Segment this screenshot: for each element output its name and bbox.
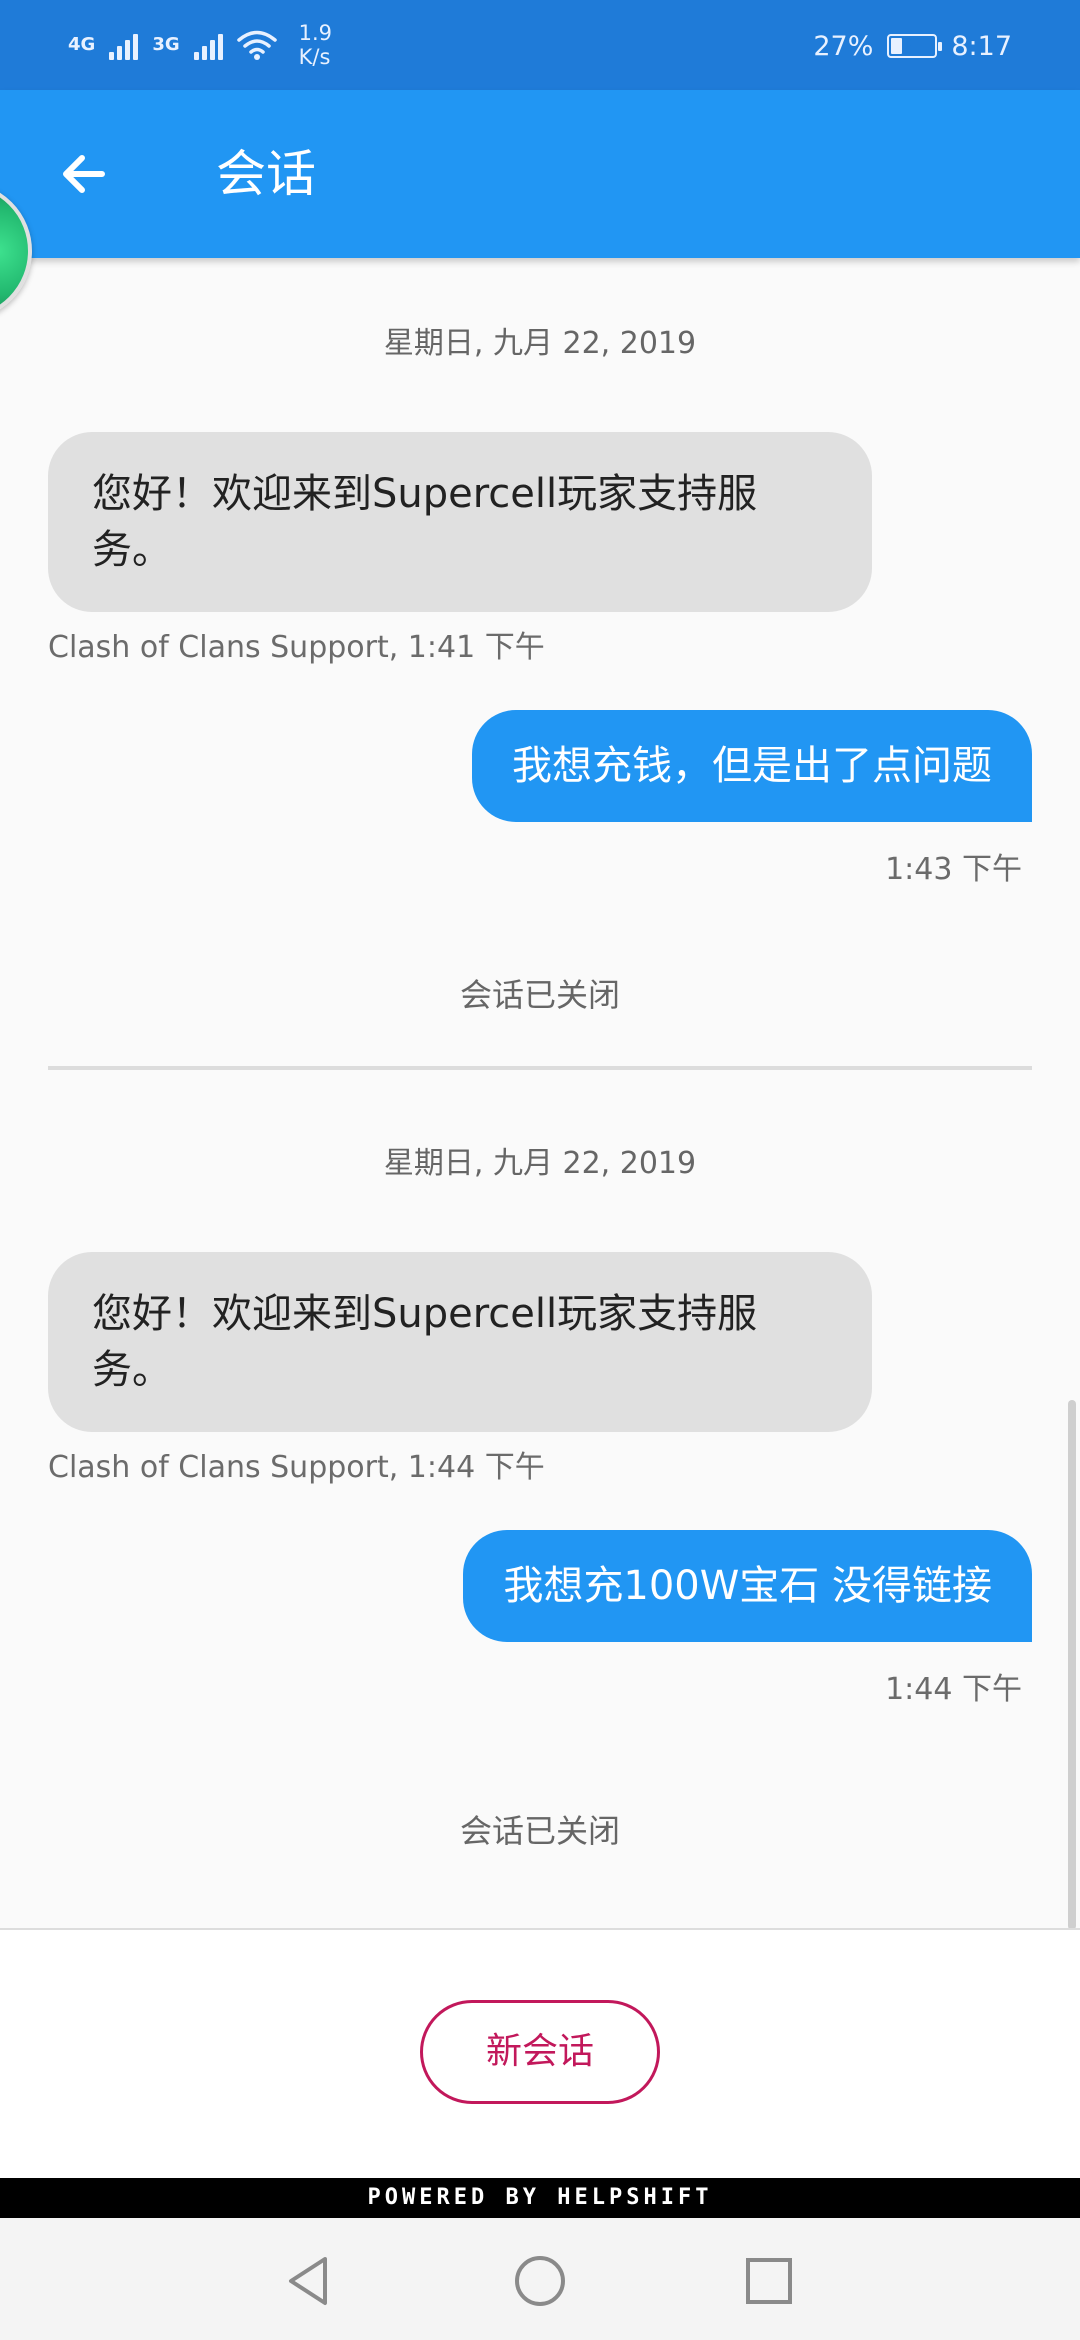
outgoing-message-time: 1:43 下午 xyxy=(885,852,1022,887)
conversation-closed-label: 会话已关闭 xyxy=(459,976,620,1014)
new-conversation-button[interactable]: 新会话 xyxy=(420,2000,660,2104)
powered-by-helpshift: POWERED BY HELPSHIFT xyxy=(0,2178,1080,2218)
nav-home-button[interactable] xyxy=(495,2236,585,2326)
battery-percent: 27% xyxy=(813,30,874,62)
signal-icon xyxy=(193,30,223,60)
network-type-1: 4G xyxy=(68,34,96,55)
status-left: 4G 3G 1.9 K/s xyxy=(68,18,332,72)
conversation-closed-label: 会话已关闭 xyxy=(459,1812,620,1850)
conversation-divider xyxy=(48,1066,1032,1070)
incoming-message-meta: Clash of Clans Support, 1:41 下午 xyxy=(48,630,545,665)
home-circle-icon xyxy=(515,2256,565,2306)
back-button[interactable] xyxy=(44,134,124,214)
network-speed-value: 1.9 xyxy=(298,21,333,45)
recents-square-icon xyxy=(746,2258,792,2304)
outgoing-message: 我想充100W宝石 没得链接 xyxy=(463,1530,1032,1642)
status-right: 27% ⚡ 8:17 xyxy=(813,26,1012,66)
network-speed: 1.9 K/s xyxy=(299,21,332,69)
battery-icon: ⚡ xyxy=(887,34,943,58)
page-title: 会话 xyxy=(216,145,316,203)
incoming-message-meta: Clash of Clans Support, 1:44 下午 xyxy=(48,1450,545,1485)
system-nav-bar xyxy=(0,2218,1080,2340)
status-bar: 4G 3G 1.9 K/s 27% ⚡ 8:17 xyxy=(0,0,1080,90)
network-speed-unit: K/s xyxy=(298,45,331,69)
back-triangle-icon xyxy=(289,2257,327,2305)
nav-back-button[interactable] xyxy=(264,2236,354,2326)
app-bar: 会话 xyxy=(0,90,1080,258)
charging-icon: ⚡ xyxy=(901,36,913,55)
conversation-date: 星期日, 九月 22, 2019 xyxy=(383,326,697,361)
conversation-date: 星期日, 九月 22, 2019 xyxy=(383,1146,697,1181)
outgoing-message: 我想充钱，但是出了点问题 xyxy=(472,710,1032,822)
wifi-icon xyxy=(236,30,277,60)
network-type-2: 3G xyxy=(152,34,180,55)
scrollbar[interactable] xyxy=(1068,1400,1076,1930)
arrow-left-icon xyxy=(63,155,105,193)
nav-recents-button[interactable] xyxy=(724,2236,814,2326)
outgoing-message-time: 1:44 下午 xyxy=(885,1672,1022,1707)
incoming-message: 您好！欢迎来到Supercell玩家支持服务。 xyxy=(48,432,872,612)
signal-icon xyxy=(109,30,139,60)
conversation-screen: 4G 3G 1.9 K/s 27% ⚡ 8:17 会话 星期日, 九月 22, … xyxy=(0,0,1080,2340)
incoming-message: 您好！欢迎来到Supercell玩家支持服务。 xyxy=(48,1252,872,1432)
status-time: 8:17 xyxy=(951,30,1012,62)
bottom-panel: 新会话 xyxy=(0,1928,1080,2180)
